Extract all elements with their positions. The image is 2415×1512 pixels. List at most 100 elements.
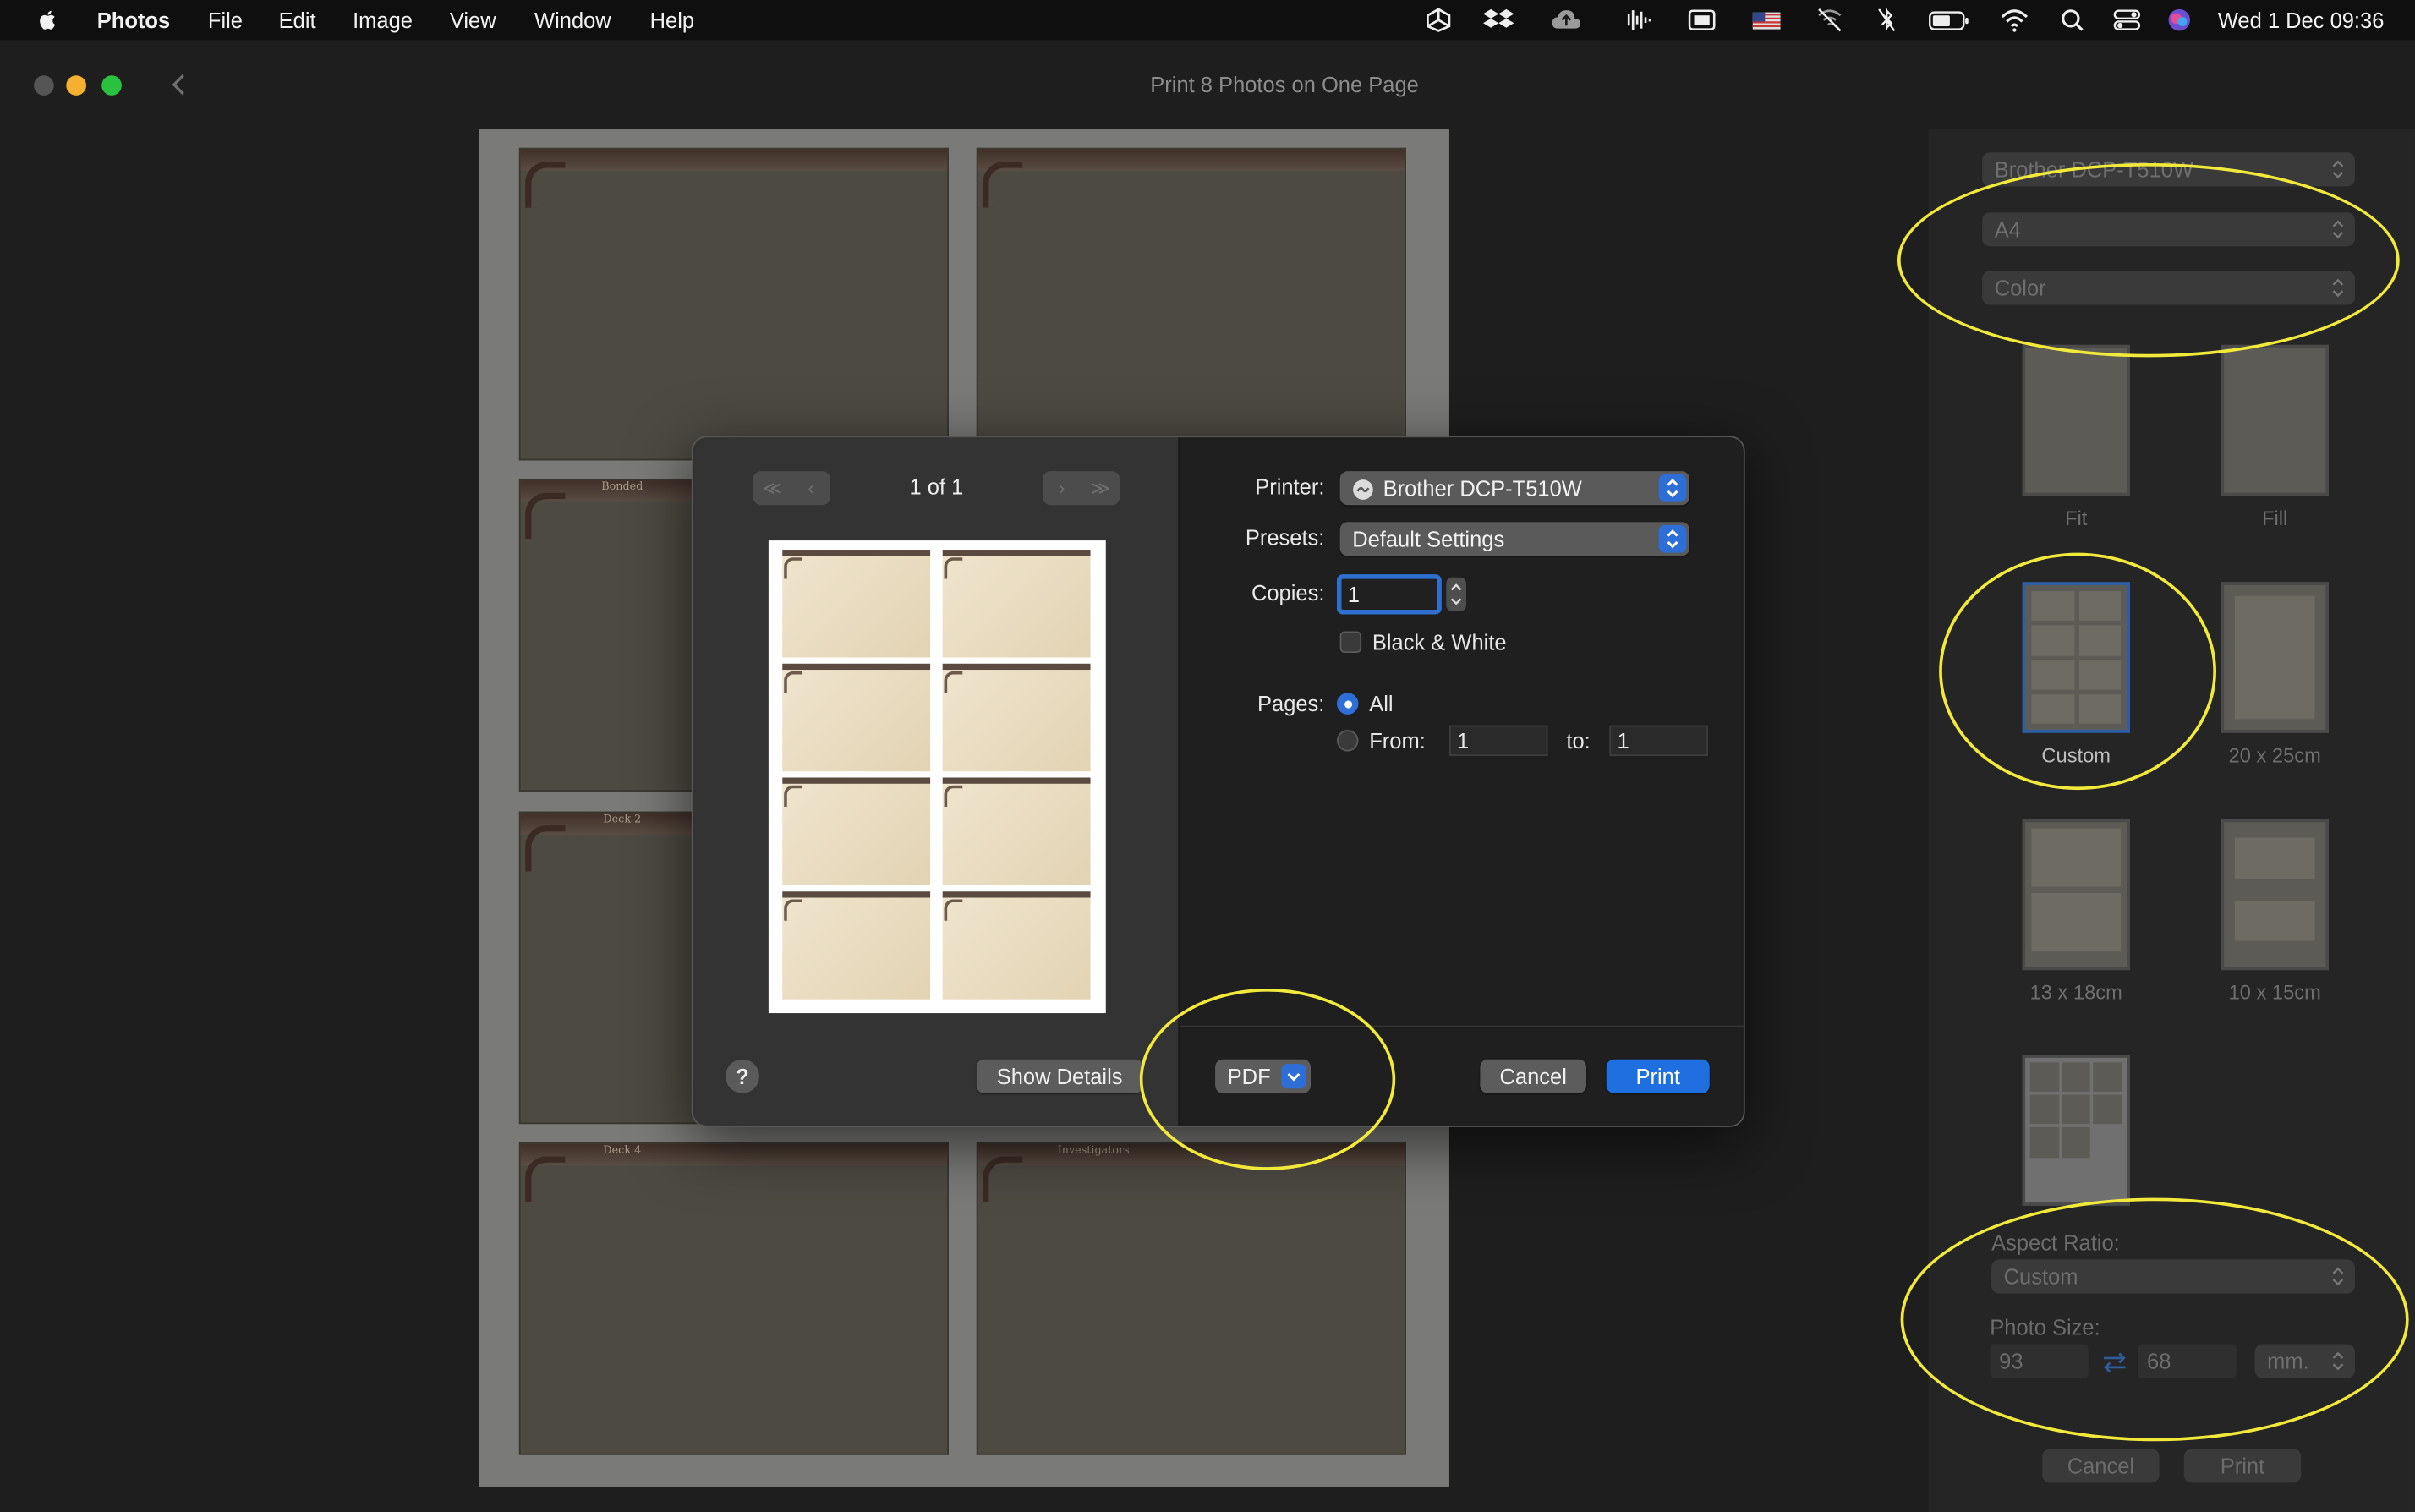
chevron-updown-icon [2332,1351,2344,1371]
chevron-updown-icon [2332,160,2344,179]
printer-value: Brother DCP-T510W [1383,475,1582,501]
menu-window[interactable]: Window [534,8,611,32]
stepper-arrows-icon [1450,583,1462,605]
apple-menu-icon[interactable] [36,8,60,32]
wifi-off-icon[interactable] [1815,6,1845,34]
back-chevron-icon[interactable] [167,71,191,99]
close-window-button[interactable] [34,75,54,96]
photo-height-field[interactable]: 68 [2138,1344,2237,1378]
bluetooth-off-icon[interactable] [1871,6,1902,34]
copies-stepper[interactable] [1446,577,1466,611]
layout-cell [2093,1062,2122,1093]
pages-all-radio[interactable] [1336,693,1359,715]
frame-ornament [525,824,566,872]
layout-cell [2031,892,2122,951]
show-details-button[interactable]: Show Details [976,1059,1143,1093]
prev-page-buttons[interactable]: ≪ ‹ [753,471,830,506]
layout-cell [2093,1094,2122,1125]
minimize-window-button[interactable] [66,75,86,96]
layout-cell [2031,828,2122,887]
updown-chevron-icon [1658,474,1687,502]
wifi-icon[interactable] [1999,6,2029,34]
audio-waveform-icon[interactable] [1622,6,1652,34]
app-menu[interactable]: Photos [97,8,170,32]
battery-icon[interactable] [1928,6,1971,34]
layout-thumb-10x15[interactable] [2221,819,2329,971]
sidebar-printer-value: Brother DCP-T510W [1994,156,2193,182]
black-white-label: Black & White [1372,629,1507,655]
menu-view[interactable]: View [450,8,496,32]
menu-file[interactable]: File [208,8,243,32]
us-flag-icon[interactable] [1751,6,1782,34]
layout-thumb-fill[interactable] [2221,344,2329,496]
aspect-ratio-select[interactable]: Custom [1991,1259,2355,1294]
dropbox-icon[interactable] [1483,6,1514,34]
unity-icon[interactable] [1423,6,1454,34]
layout-cell [2029,1062,2059,1093]
layout-thumb-contact-sheet[interactable] [2022,1055,2130,1206]
frame-ornament [525,492,566,540]
layout-thumb-13x18[interactable] [2022,819,2130,971]
photo-slot-8[interactable]: Investigators [976,1142,1406,1455]
printer-popup[interactable]: Brother DCP-T510W [1339,471,1690,506]
cancel-button[interactable]: Cancel [1480,1059,1587,1093]
display-mirror-icon[interactable] [1686,6,1717,34]
pages-from-radio[interactable] [1336,730,1359,752]
print-preview-pane: ≪ ‹ 1 of 1 › ≫ [693,437,1180,1126]
previous-page-icon[interactable]: ‹ [791,471,830,505]
next-page-icon[interactable]: › [1043,471,1082,505]
unit-value: mm. [2267,1349,2309,1374]
unit-select[interactable]: mm. [2254,1344,2355,1378]
photo-slot-7[interactable]: Deck 4 [518,1142,949,1455]
frame-ornament [983,162,1023,208]
print-button[interactable]: Print [1606,1059,1710,1093]
menu-help[interactable]: Help [650,8,694,32]
sidebar-paper-select[interactable]: A4 [1982,212,2355,247]
pages-label: Pages: [1257,691,1325,716]
photo-slot-2[interactable] [976,147,1406,461]
menu-bar-clock[interactable]: Wed 1 Dec 09:36 [2218,8,2385,32]
layout-thumb-custom[interactable] [2022,582,2130,733]
next-page-buttons[interactable]: › ≫ [1043,471,1120,506]
mini-page-preview [768,540,1106,1014]
presets-label: Presets: [1245,524,1325,551]
sidebar-printer-select[interactable]: Brother DCP-T510W [1982,152,2355,187]
layout-thumb-20x25[interactable] [2221,582,2329,733]
sidebar-color-select[interactable]: Color [1982,271,2355,305]
last-page-icon[interactable]: ≫ [1082,471,1120,505]
sidebar-print-button[interactable]: Print [2183,1449,2302,1483]
layout-cell [2078,625,2122,655]
search-icon[interactable] [2057,6,2088,34]
pages-to-field[interactable]: 1 [1609,725,1708,757]
layout-thumb-fit[interactable] [2022,344,2130,496]
pdf-menu-button[interactable]: PDF [1215,1059,1312,1093]
menu-edit[interactable]: Edit [279,8,316,32]
chevron-updown-icon [2332,278,2344,298]
photo-tab-label: Deck 2 [603,813,642,825]
print-settings-sidebar [1928,129,2415,1512]
first-page-icon[interactable]: ≪ [753,471,792,505]
help-button[interactable]: ? [725,1059,759,1093]
cloud-upload-icon[interactable] [1551,6,1581,34]
pages-from-label: From: [1369,728,1426,753]
menu-image[interactable]: Image [353,8,413,32]
control-center-icon[interactable] [2111,6,2142,34]
sidebar-cancel-button[interactable]: Cancel [2042,1449,2160,1483]
black-white-checkbox[interactable] [1339,631,1362,654]
printer-label: Printer: [1255,474,1325,499]
siri-icon[interactable] [2164,6,2194,34]
layout-cell [2029,1094,2059,1125]
layout-label-custom: Custom [2041,743,2111,767]
frame-ornament [525,162,566,208]
aspect-ratio-value: Custom [2003,1263,2078,1290]
photo-width-field[interactable]: 93 [1990,1344,2089,1378]
photo-slot-1[interactable] [518,147,949,461]
mini-photo [782,663,931,772]
photo-size-label: Photo Size: [1990,1314,2100,1340]
presets-popup[interactable]: Default Settings [1339,522,1690,556]
swap-dimensions-icon[interactable] [2100,1350,2130,1375]
zoom-window-button[interactable] [101,75,122,96]
menu-bar: Photos File Edit Image View Window Help [0,0,2415,41]
pages-from-field[interactable]: 1 [1448,725,1548,757]
copies-input[interactable]: 1 [1336,574,1442,615]
